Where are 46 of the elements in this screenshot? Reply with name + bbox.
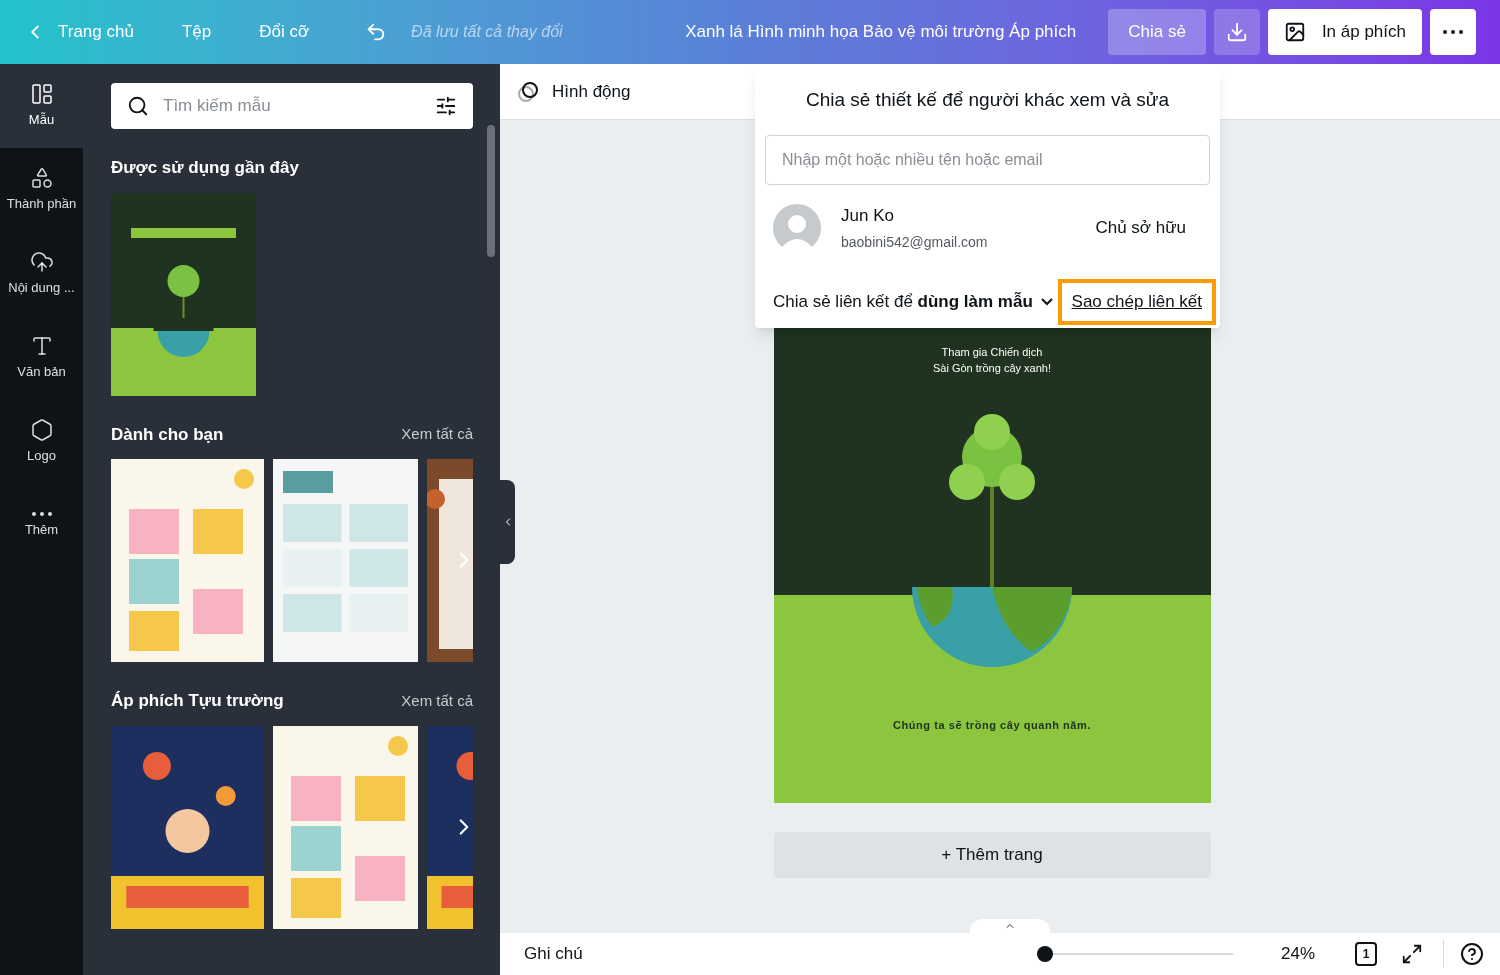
member-name: Jun Ko <box>841 204 895 227</box>
hexagon-icon <box>29 418 54 443</box>
image-icon <box>1283 21 1306 43</box>
member-email: baobini542@gmail.com <box>841 233 988 252</box>
fullscreen-icon[interactable] <box>1401 943 1423 965</box>
add-page-button[interactable]: + Thêm trang <box>773 832 1211 878</box>
poster-text: Chúng ta sẽ trồng cây quanh năm. <box>893 717 1091 733</box>
shapes-icon <box>29 166 54 191</box>
caret-icon <box>1040 297 1053 306</box>
popup-heading: Chia sẻ thiết kế để người khác xem và sửa <box>804 88 1171 112</box>
collapse-handle[interactable] <box>500 480 515 564</box>
member-role: Chủ sở hữu <box>1095 217 1186 239</box>
animate-button[interactable]: Hình động <box>516 78 631 105</box>
see-all-link[interactable]: Xem tất cả <box>401 423 473 446</box>
link-permission-dropdown[interactable]: Chia sẻ liên kết để dùng làm mẫu <box>773 289 1053 315</box>
download-icon <box>1225 21 1248 43</box>
print-button[interactable]: In áp phích <box>1267 9 1422 55</box>
download-button[interactable] <box>1213 9 1260 55</box>
more-icon <box>1443 30 1463 34</box>
see-all-link[interactable]: Xem tất cả <box>401 689 473 712</box>
copy-link[interactable]: Sao chép liên kết <box>1057 279 1216 325</box>
zoom-slider[interactable] <box>1036 946 1233 962</box>
circles-icon <box>516 79 540 104</box>
layout-icon <box>29 82 54 107</box>
section-title: Được sử dụng gần đây <box>111 157 299 179</box>
zoom-reading: 24% <box>1280 943 1315 966</box>
avatar-icon <box>773 203 821 252</box>
page-count[interactable]: 1 <box>1355 942 1377 966</box>
document-title: Xanh lá Hình minh họa Bảo vệ môi trường Áp phích <box>685 21 1077 44</box>
rail-item[interactable]: Mẫu <box>0 64 83 148</box>
filter-icon[interactable] <box>435 95 457 117</box>
poster-text: Sài Gòn trồng cây xanh! <box>933 361 1051 376</box>
help-icon[interactable] <box>1460 942 1484 966</box>
section-title: Dành cho bạn <box>111 423 224 446</box>
more-icon <box>31 512 52 517</box>
notes-toggle[interactable] <box>970 919 1050 933</box>
poster-text: Tham gia Chiến dịch <box>941 345 1043 360</box>
section-title: Áp phích Tựu trường <box>111 690 284 712</box>
search-icon <box>127 95 149 117</box>
cloud-upload-icon <box>29 250 54 275</box>
scrollbar[interactable] <box>487 125 495 257</box>
save-status: Đã lưu tất cả thay đổi <box>411 22 563 42</box>
search-field[interactable]: Tìm kiếm mẫu <box>111 83 473 129</box>
notes-label[interactable]: Ghi chú <box>524 941 583 967</box>
email-field[interactable]: Nhập một hoặc nhiều tên hoặc email <box>765 134 1210 185</box>
more-button[interactable] <box>1430 9 1476 55</box>
